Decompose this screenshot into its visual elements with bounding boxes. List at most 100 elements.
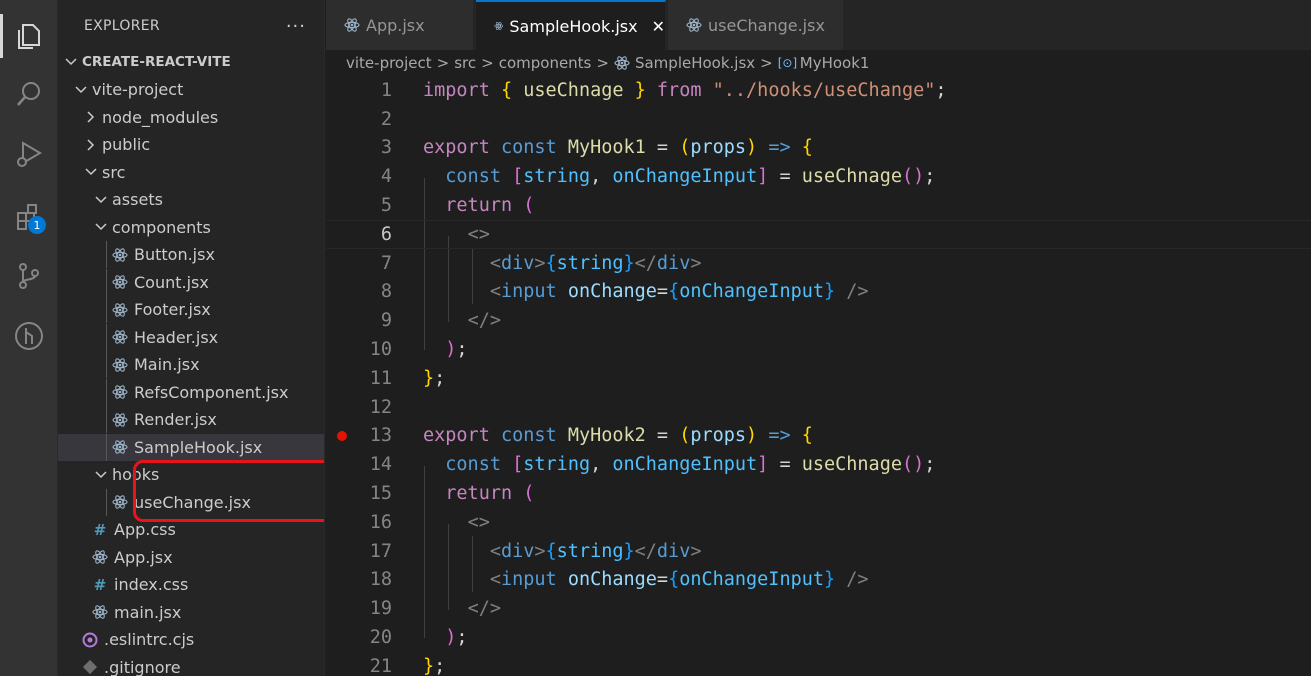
react-icon <box>614 56 630 70</box>
tree-file[interactable]: main.jsx <box>58 599 324 626</box>
tree-item-label: public <box>102 135 151 154</box>
breadcrumb-separator: > <box>481 54 494 72</box>
tree-folder[interactable]: node_modules <box>58 104 324 131</box>
tree-item-label: SampleHook.jsx <box>134 437 263 457</box>
workspace-root[interactable]: CREATE-REACT-VITE <box>58 48 324 75</box>
tree-folder[interactable]: vite-project <box>58 76 324 103</box>
breadcrumb-item[interactable]: components <box>499 54 592 72</box>
explorer-activity[interactable] <box>0 8 58 64</box>
code-text: }; <box>423 367 446 389</box>
tree-file[interactable]: Button.jsx <box>58 241 324 268</box>
code-text: import { useChnage } from "../hooks/useC… <box>423 79 947 101</box>
run-debug-activity[interactable] <box>0 126 58 182</box>
variable-symbol-icon: [⊙] <box>777 56 798 70</box>
tree-file[interactable]: # index.css <box>58 571 324 598</box>
tree-item-label: src <box>102 162 126 182</box>
git-graph-icon <box>15 322 43 350</box>
react-icon <box>344 18 360 32</box>
tab-samplehook-jsx[interactable]: SampleHook.jsx ✕ <box>476 0 666 50</box>
tree-file[interactable]: Footer.jsx <box>58 296 324 323</box>
tab-label: SampleHook.jsx <box>509 16 638 36</box>
react-icon <box>92 550 108 564</box>
line-number: 6 <box>380 223 392 245</box>
tree-folder[interactable]: components <box>58 214 324 241</box>
tree-file[interactable]: .eslintrc.cjs <box>58 626 324 653</box>
code-line: 1 import { useChnage } from "../hooks/us… <box>326 76 1311 105</box>
tree-file[interactable]: RefsComponent.jsx <box>58 378 324 406</box>
line-number: 18 <box>369 569 392 591</box>
line-number: 7 <box>380 252 392 274</box>
code-text: <input onChange={onChangeInput} /> <box>489 569 869 591</box>
tree-file[interactable]: App.jsx <box>58 544 324 571</box>
react-icon <box>686 18 702 32</box>
react-icon <box>112 495 128 509</box>
breadcrumb-item[interactable]: MyHook1 <box>800 54 870 72</box>
tree-file[interactable]: SampleHook.jsx <box>58 433 324 461</box>
explorer-title: EXPLORER <box>84 18 160 34</box>
code-text: const [string, onChangeInput] = useChnag… <box>445 166 936 188</box>
breadcrumb-item[interactable]: SampleHook.jsx <box>635 54 755 72</box>
breadcrumb-item[interactable]: vite-project <box>346 54 432 72</box>
extensions-activity[interactable]: 1 <box>0 188 58 244</box>
code-text: ); <box>445 627 468 649</box>
extensions-badge: 1 <box>28 216 46 234</box>
editor-tabs: App.jsx SampleHook.jsx ✕ useChange.jsx <box>326 0 1311 50</box>
tree-folder[interactable]: src <box>58 159 324 186</box>
tree-item-label: vite-project <box>92 80 184 99</box>
tree-item-label: Count.jsx <box>134 272 209 292</box>
breakpoint-icon[interactable] <box>337 430 347 441</box>
tree-folder[interactable]: assets <box>58 186 324 213</box>
code-text: export const MyHook2 = (props) => { <box>423 425 813 447</box>
code-editor[interactable]: 1 import { useChnage } from "../hooks/us… <box>326 76 1311 676</box>
tree-item-label: RefsComponent.jsx <box>134 382 289 402</box>
tree-item-label: index.css <box>114 575 189 594</box>
source-control-activity[interactable] <box>0 248 58 304</box>
activity-bar: 1 <box>0 0 58 676</box>
css-file-icon: # <box>93 520 107 539</box>
indent-guide <box>106 351 107 378</box>
tab-usechange-jsx[interactable]: useChange.jsx <box>668 0 844 50</box>
code-line: 17 <div>{string}</div> <box>326 537 1311 566</box>
breadcrumb-separator: > <box>436 54 450 72</box>
tree-file[interactable]: .gitignore <box>58 654 324 676</box>
line-number: 15 <box>369 483 392 505</box>
chevron-right-icon <box>87 111 95 123</box>
more-actions-icon[interactable]: ··· <box>286 16 306 37</box>
line-number: 20 <box>369 627 392 649</box>
code-line: 4 const [string, onChangeInput] = useChn… <box>326 162 1311 191</box>
indent-guide <box>106 488 107 516</box>
indent-guide <box>106 433 107 461</box>
tab-app-jsx[interactable]: App.jsx <box>326 0 474 50</box>
search-activity[interactable] <box>0 66 58 122</box>
code-text: </> <box>467 598 501 620</box>
code-line: 18 <input onChange={onChangeInput} /> <box>326 566 1311 595</box>
code-text: <div>{string}</div> <box>489 540 702 562</box>
tree-file[interactable]: Render.jsx <box>58 406 324 433</box>
tree-file[interactable]: Count.jsx <box>58 268 324 296</box>
code-line: 2 <box>326 105 1311 134</box>
close-icon[interactable]: ✕ <box>652 17 665 36</box>
tree-file[interactable]: Header.jsx <box>58 323 324 351</box>
code-line: 7 <div>{string}</div> <box>326 249 1311 278</box>
breadcrumb-item[interactable]: src <box>454 54 476 72</box>
workspace-root-label: CREATE-REACT-VITE <box>82 53 231 70</box>
indent-guide <box>106 406 107 433</box>
line-number: 9 <box>380 310 392 332</box>
eslint-icon <box>82 632 98 647</box>
react-icon <box>112 275 128 289</box>
tree-file[interactable]: Main.jsx <box>58 351 324 378</box>
chevron-down-icon <box>85 168 97 176</box>
tree-folder[interactable]: public <box>58 131 324 158</box>
tree-item-label: .gitignore <box>104 657 181 676</box>
code-text: <> <box>467 223 490 245</box>
react-icon <box>92 605 108 619</box>
react-icon <box>112 247 128 262</box>
git-graph-activity[interactable] <box>0 308 58 364</box>
code-text: return ( <box>445 483 535 505</box>
code-line: 19 </> <box>326 594 1311 623</box>
code-line: 5 return ( <box>326 191 1311 220</box>
indent-guide <box>106 268 107 296</box>
line-number: 5 <box>380 195 392 217</box>
files-icon <box>18 24 40 49</box>
line-number: 1 <box>380 79 392 101</box>
